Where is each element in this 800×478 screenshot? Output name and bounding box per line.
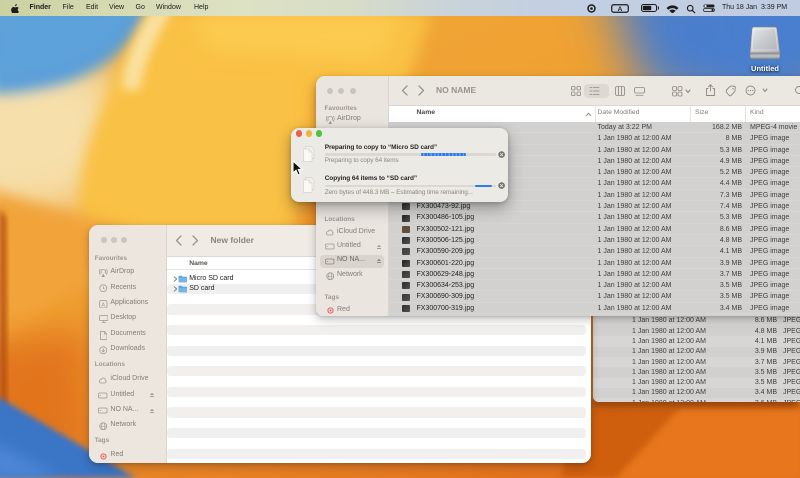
- svg-text:A: A: [101, 302, 105, 308]
- svg-text:A: A: [618, 5, 623, 12]
